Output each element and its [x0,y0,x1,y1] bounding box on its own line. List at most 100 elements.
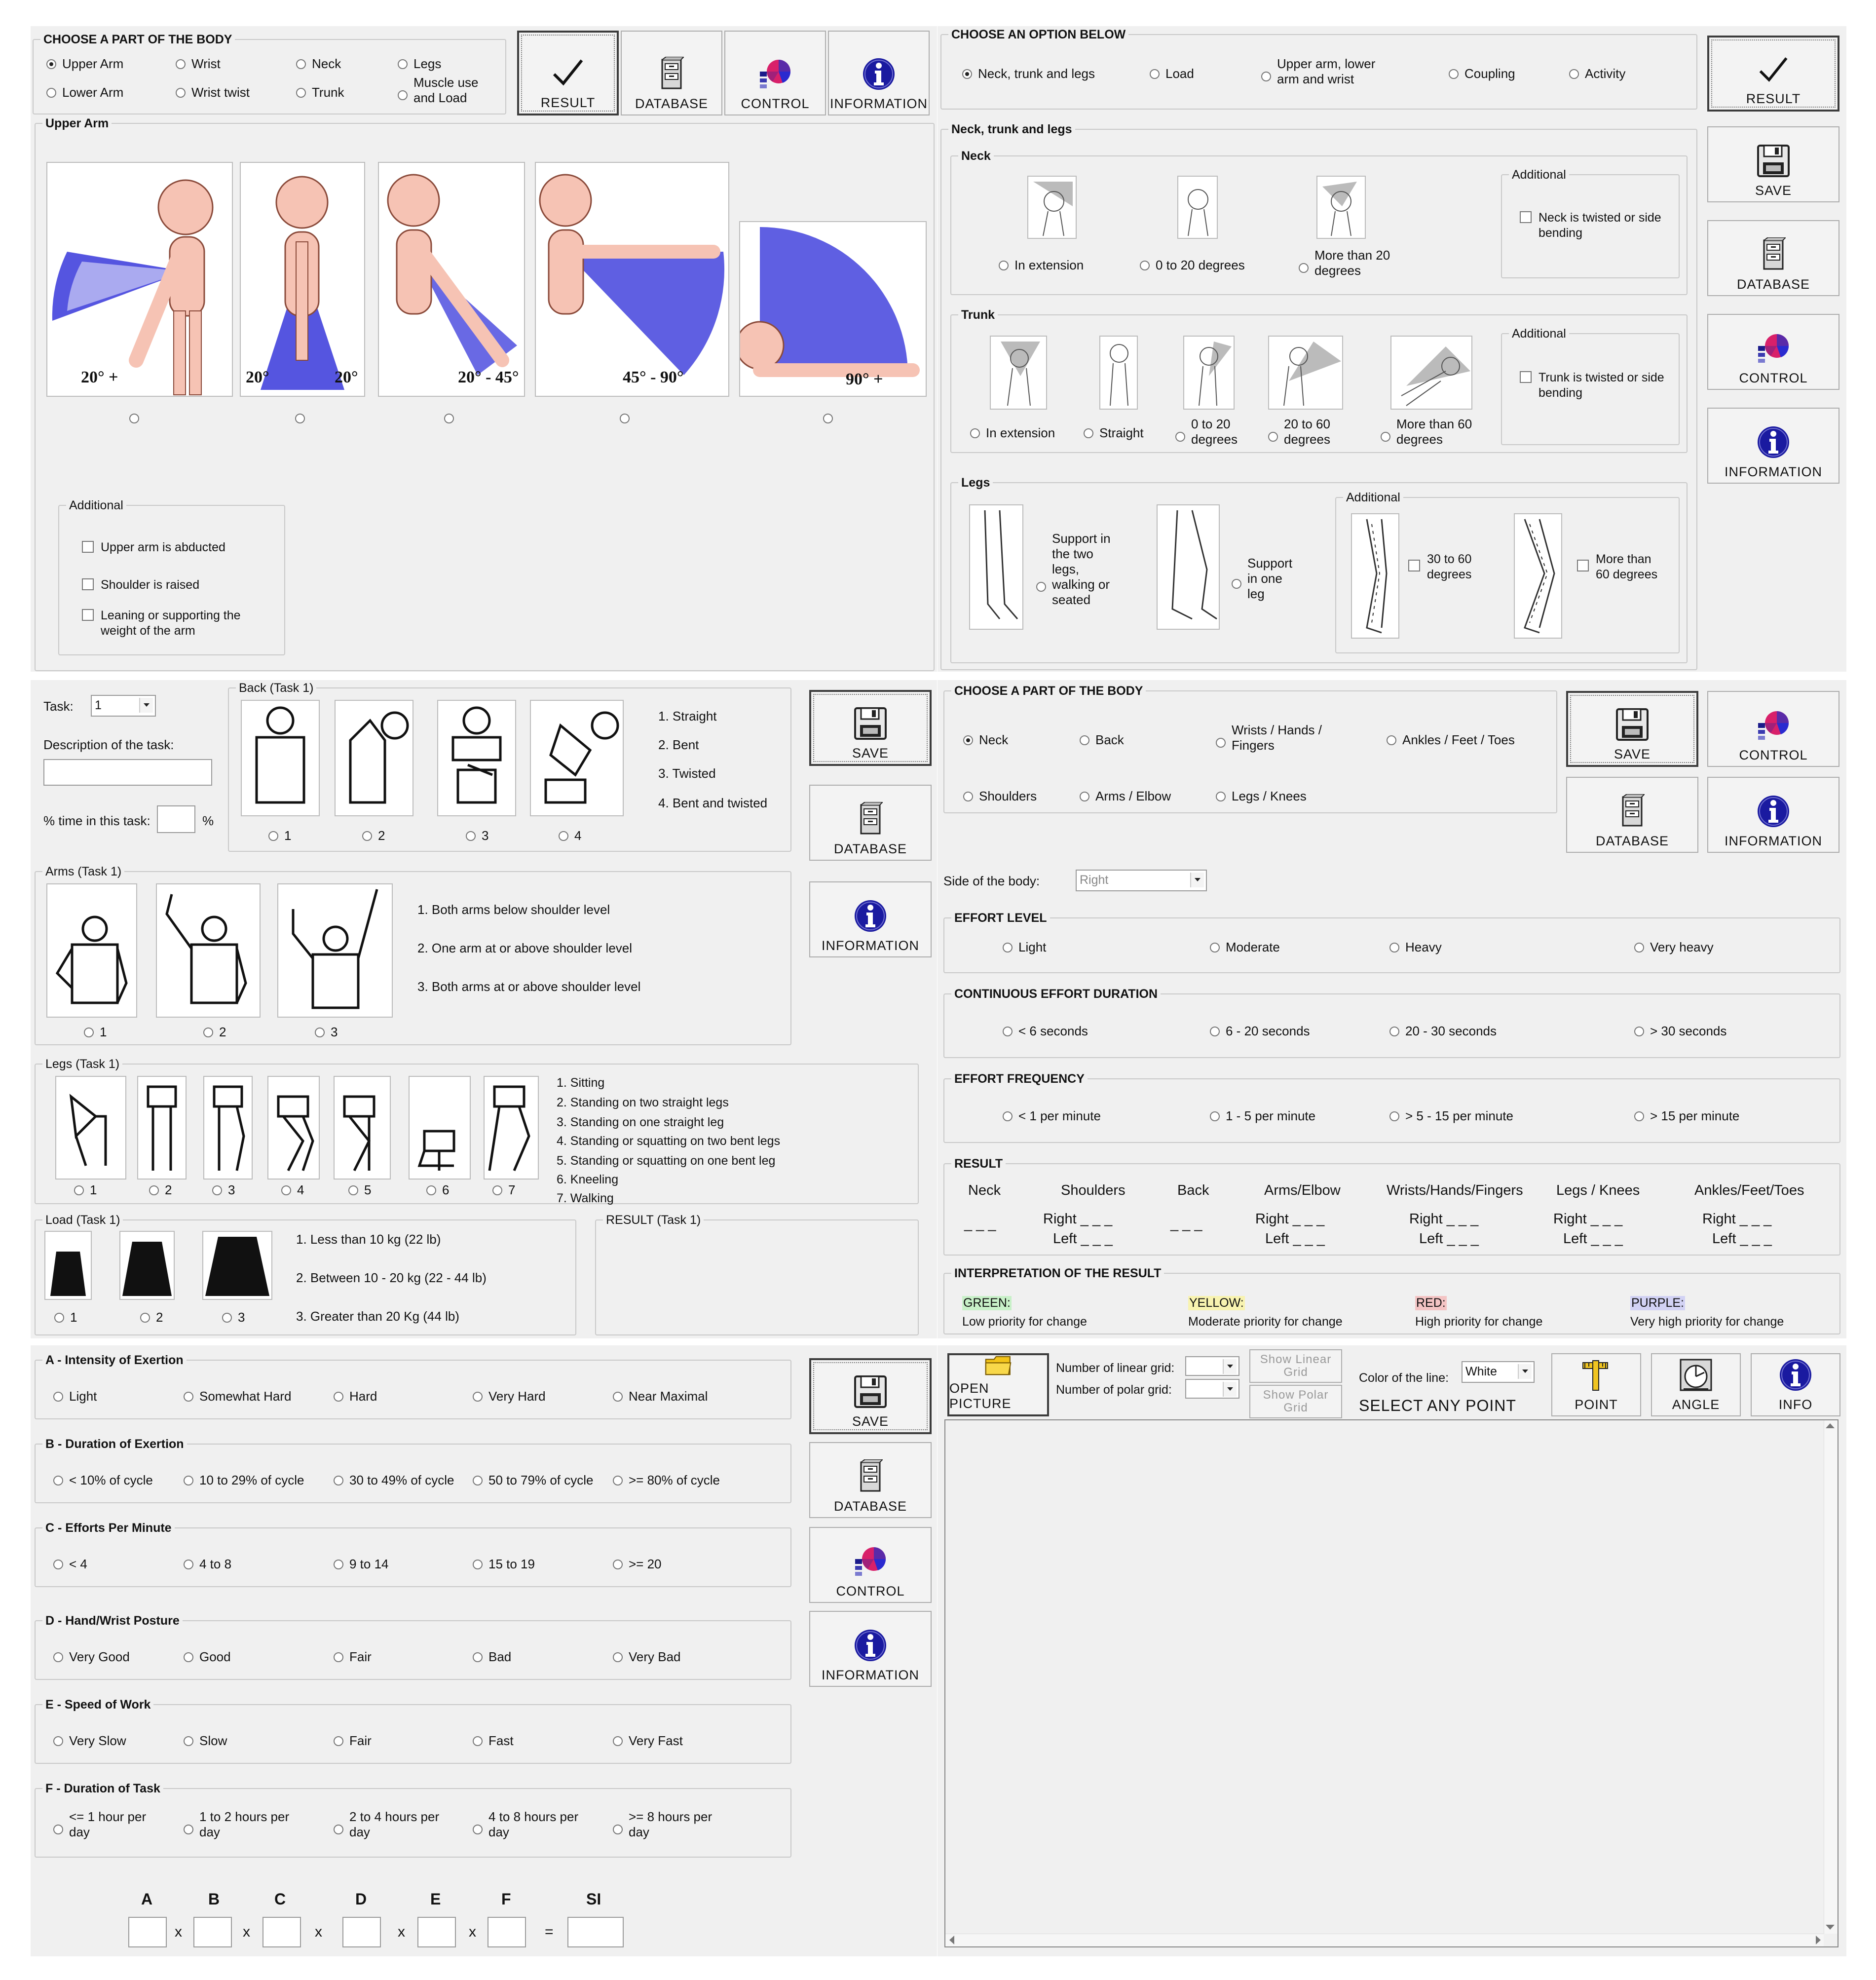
si-radio-option[interactable]: >= 80% of cycle [613,1473,720,1488]
radio-wrist-twist[interactable]: Wrist twist [176,85,250,100]
si-radio-option[interactable]: 1 to 2 hours per day [184,1809,297,1840]
radio-neck-0-20[interactable]: 0 to 20 degrees [1140,258,1245,273]
upper-arm-radio-4[interactable] [620,414,636,423]
radio-coupling[interactable]: Coupling [1449,66,1515,81]
mf-save-button[interactable]: SAVE [1566,691,1698,767]
radio-freq-5-15[interactable]: > 5 - 15 per minute [1389,1108,1513,1124]
legs-owas-radio-6[interactable]: 6 [426,1182,449,1198]
radio-trunk-0-20[interactable]: 0 to 20 degrees [1175,417,1244,447]
si-control-button[interactable]: CONTROL [809,1527,932,1603]
radio-duration-20-30[interactable]: 20 - 30 seconds [1389,1024,1497,1039]
owas-save-button[interactable]: SAVE [809,690,932,766]
checkbox-legs-30-60[interactable]: 30 to 60 degrees [1408,552,1482,582]
info-button[interactable]: INFO [1751,1353,1840,1416]
legs-owas-radio-3[interactable]: 3 [212,1182,235,1198]
checkbox-trunk-twisted[interactable]: Trunk is twisted or side bending [1520,370,1668,401]
radio-load[interactable]: Load [1150,66,1194,81]
formula-input-f[interactable] [488,1917,526,1947]
database-button[interactable]: DATABASE [621,31,722,115]
si-radio-option[interactable]: Light [53,1389,97,1404]
back-radio-3[interactable]: 3 [466,828,488,843]
radio-activity[interactable]: Activity [1569,66,1625,81]
si-radio-option[interactable]: >= 20 [613,1557,662,1572]
si-radio-option[interactable]: Fair [334,1733,372,1749]
radio-lower-arm[interactable]: Lower Arm [46,85,123,100]
side-of-body-select[interactable]: Right [1076,870,1207,891]
radio-effort-moderate[interactable]: Moderate [1210,940,1280,955]
si-radio-option[interactable]: Very Fast [613,1733,683,1749]
radio-upper-arm[interactable]: Upper Arm [46,56,123,72]
si-radio-option[interactable]: 9 to 14 [334,1557,389,1572]
radio-mf-ankles[interactable]: Ankles / Feet / Toes [1387,732,1515,748]
radio-wrist[interactable]: Wrist [176,56,221,72]
si-radio-option[interactable]: 2 to 4 hours per day [334,1809,447,1840]
si-save-button[interactable]: SAVE [809,1358,932,1434]
si-radio-option[interactable]: Very Bad [613,1649,681,1665]
owas-database-button[interactable]: DATABASE [809,785,932,861]
upper-arm-radio-5[interactable] [823,414,839,423]
radio-neck-more-20[interactable]: More than 20 degrees [1299,248,1407,278]
si-database-button[interactable]: DATABASE [809,1442,932,1518]
time-input[interactable] [157,805,195,833]
polar-grid-select[interactable] [1185,1379,1239,1399]
reba-information-button[interactable]: INFORMATION [1707,408,1839,484]
show-polar-grid-button[interactable]: Show Polar Grid [1249,1385,1342,1418]
radio-mf-shoulders[interactable]: Shoulders [963,789,1037,804]
si-radio-option[interactable]: Good [184,1649,231,1665]
mf-information-button[interactable]: INFORMATION [1707,777,1839,853]
radio-neck-trunk-legs[interactable]: Neck, trunk and legs [962,66,1095,81]
radio-legs-two[interactable]: Support in the two legs, walking or seat… [1036,531,1120,608]
radio-neck[interactable]: Neck [296,56,341,72]
reba-result-button[interactable]: RESULT [1707,36,1839,112]
upper-arm-radio-2[interactable] [295,414,311,423]
radio-effort-light[interactable]: Light [1003,940,1046,955]
formula-input-si[interactable] [567,1917,624,1947]
radio-freq-gt15[interactable]: > 15 per minute [1634,1108,1739,1124]
radio-legs-one[interactable]: Support in one leg [1232,556,1301,602]
control-button[interactable]: CONTROL [724,31,826,115]
picture-canvas[interactable] [944,1419,1838,1947]
scroll-right-arrow[interactable] [1816,1936,1821,1944]
radio-trunk-more-60[interactable]: More than 60 degrees [1381,417,1474,447]
arms-radio-2[interactable]: 2 [203,1025,226,1040]
si-radio-option[interactable]: Hard [334,1389,377,1404]
result-button[interactable]: RESULT [517,31,619,115]
radio-legs[interactable]: Legs [398,56,441,72]
back-radio-4[interactable]: 4 [559,828,581,843]
si-radio-option[interactable]: Fast [473,1733,514,1749]
reba-control-button[interactable]: CONTROL [1707,314,1839,390]
formula-input-e[interactable] [417,1917,456,1947]
si-radio-option[interactable]: Very Hard [473,1389,546,1404]
si-radio-option[interactable]: 4 to 8 hours per day [473,1809,586,1840]
si-radio-option[interactable]: Fair [334,1649,372,1665]
task-select[interactable]: 1 [91,695,156,717]
radio-effort-very-heavy[interactable]: Very heavy [1634,940,1714,955]
back-radio-1[interactable]: 1 [268,828,291,843]
si-radio-option[interactable]: 4 to 8 [184,1557,231,1572]
line-color-select[interactable]: White [1462,1361,1535,1383]
radio-freq-lt1[interactable]: < 1 per minute [1003,1108,1101,1124]
load-radio-1[interactable]: 1 [54,1310,77,1325]
si-radio-option[interactable]: Very Good [53,1649,130,1665]
si-radio-option[interactable]: 10 to 29% of cycle [184,1473,304,1488]
scroll-down-arrow[interactable] [1826,1925,1835,1930]
vertical-scrollbar[interactable] [1824,1420,1838,1934]
radio-freq-1-5[interactable]: 1 - 5 per minute [1210,1108,1315,1124]
load-radio-3[interactable]: 3 [222,1310,245,1325]
angle-button[interactable]: ANGLE [1651,1353,1741,1416]
si-radio-option[interactable]: 15 to 19 [473,1557,535,1572]
reba-database-button[interactable]: DATABASE [1707,220,1839,296]
si-radio-option[interactable]: < 4 [53,1557,87,1572]
radio-duration-6-20[interactable]: 6 - 20 seconds [1210,1024,1310,1039]
reba-save-button[interactable]: SAVE [1707,126,1839,202]
mf-control-button[interactable]: CONTROL [1707,691,1839,767]
information-button[interactable]: INFORMATION [828,31,930,115]
checkbox-shoulder-raised[interactable]: Shoulder is raised [82,577,199,593]
open-picture-button[interactable]: OPEN PICTURE [947,1353,1049,1416]
back-radio-2[interactable]: 2 [362,828,385,843]
load-radio-2[interactable]: 2 [140,1310,163,1325]
owas-information-button[interactable]: INFORMATION [809,881,932,957]
formula-input-c[interactable] [263,1917,301,1947]
legs-owas-radio-1[interactable]: 1 [74,1182,97,1198]
mf-database-button[interactable]: DATABASE [1566,777,1698,853]
